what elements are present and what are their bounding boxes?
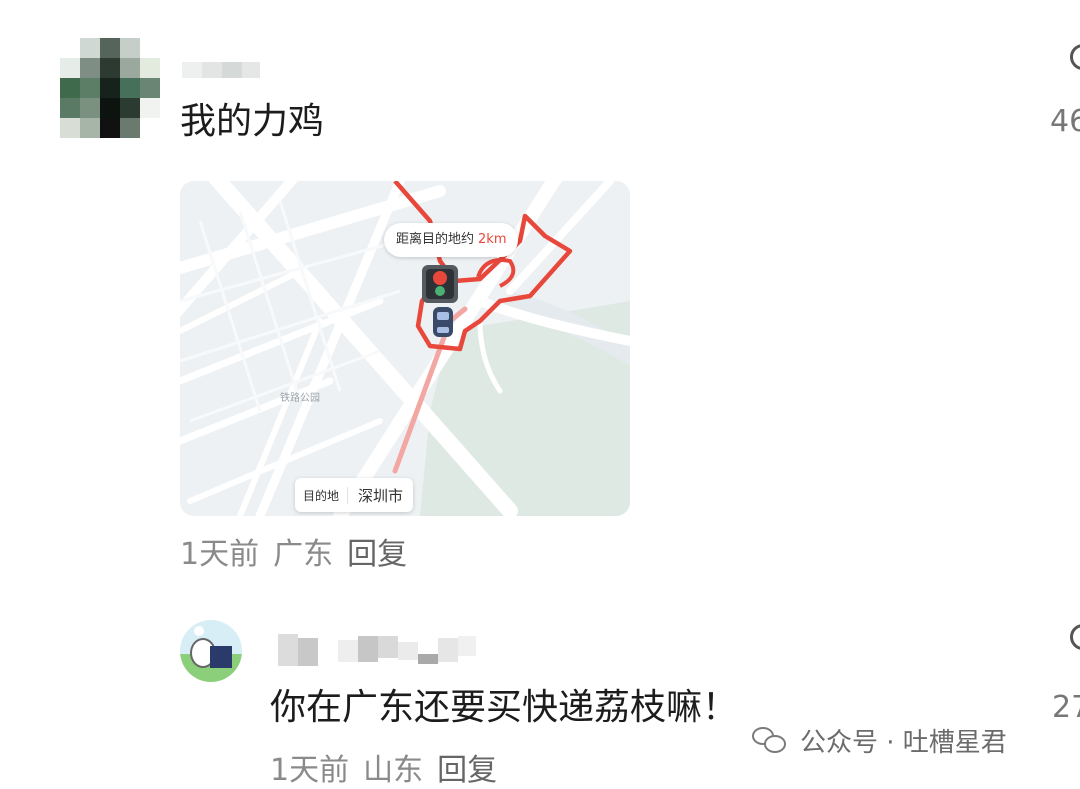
like-count: 27 bbox=[1052, 690, 1080, 725]
destination-key: 目的地 bbox=[295, 486, 349, 504]
destination-value: 深圳市 bbox=[358, 486, 404, 505]
destination-pill: 目的地 深圳市 bbox=[295, 478, 414, 512]
comment-text: 我的力鸡 bbox=[180, 101, 325, 142]
like-button[interactable] bbox=[1062, 622, 1080, 662]
comment-location: 广东 bbox=[273, 537, 334, 572]
distance-bubble: 距离目的地约 2km bbox=[384, 223, 519, 257]
comment-time: 1天前 bbox=[180, 537, 260, 572]
reply-button[interactable]: 回复 bbox=[437, 753, 497, 788]
watermark: 公众号 · 吐槽星君 bbox=[752, 720, 1007, 760]
watermark-text: 公众号 · 吐槽星君 bbox=[800, 727, 1007, 758]
username-blurred[interactable] bbox=[278, 634, 478, 666]
like-icon bbox=[1070, 624, 1080, 650]
reply-button[interactable]: 回复 bbox=[347, 537, 407, 572]
wechat-icon bbox=[752, 725, 788, 755]
car-icon bbox=[433, 307, 453, 337]
distance-value: 2km bbox=[478, 232, 507, 247]
distance-label: 距离目的地约 bbox=[396, 232, 475, 247]
place-label-railway-park: 铁路公园 bbox=[280, 391, 320, 404]
comment-location: 山东 bbox=[363, 753, 424, 788]
avatar[interactable] bbox=[180, 620, 242, 682]
username-blurred[interactable] bbox=[182, 60, 262, 80]
traffic-light-icon bbox=[422, 265, 458, 303]
like-count: 46 bbox=[1050, 104, 1080, 139]
comment-time: 1天前 bbox=[270, 753, 350, 788]
avatar[interactable] bbox=[60, 38, 160, 138]
like-button[interactable] bbox=[1062, 42, 1080, 82]
like-icon bbox=[1070, 44, 1080, 70]
comment-meta: 1天前 山东 回复 bbox=[270, 753, 511, 789]
comment-text: 你在广东还要买快递荔枝嘛！ bbox=[270, 687, 739, 728]
comment-meta: 1天前 广东 回复 bbox=[180, 537, 421, 573]
